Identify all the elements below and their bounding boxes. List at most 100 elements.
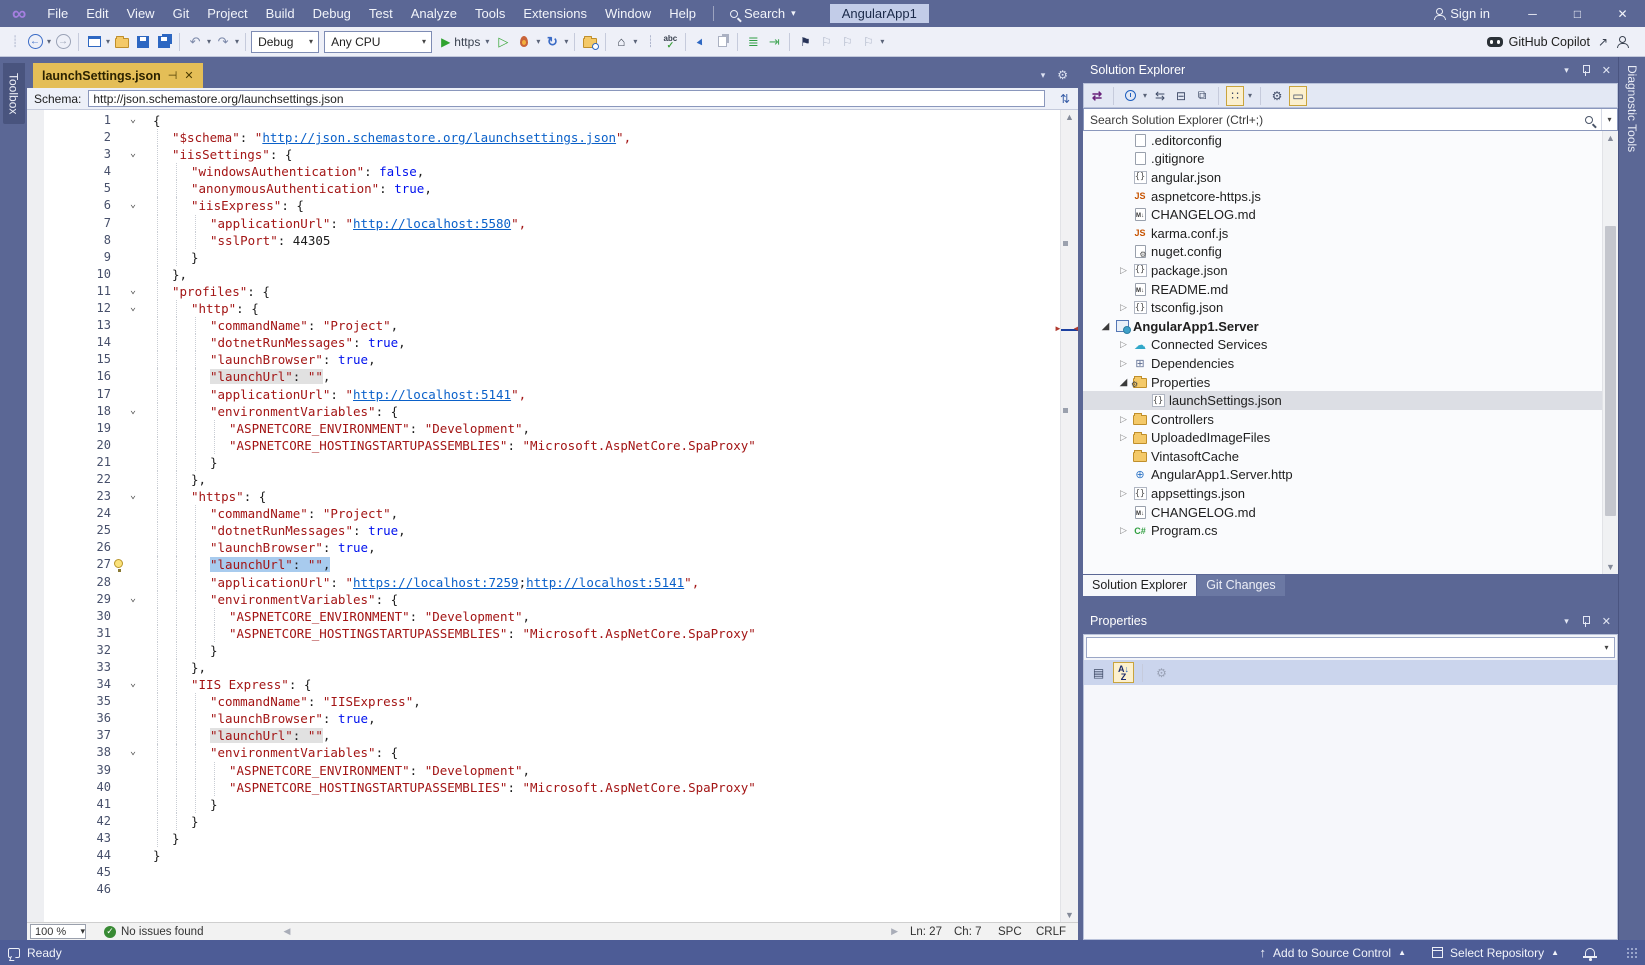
code-line-40[interactable]: 40"ASPNETCORE_HOSTINGSTARTUPASSEMBLIES":… xyxy=(27,779,1060,796)
code-line-43[interactable]: 43} xyxy=(27,830,1060,847)
editor-options-gear-icon[interactable]: ⚙ xyxy=(1057,68,1068,82)
window-layout-dropdown[interactable]: ▾ xyxy=(632,37,638,46)
tab-solution-explorer[interactable]: Solution Explorer xyxy=(1083,575,1196,596)
code-line-24[interactable]: 24"commandName": "Project", xyxy=(27,505,1060,522)
menu-item-file[interactable]: File xyxy=(38,0,77,27)
switch-views-icon[interactable]: ⇄ xyxy=(1088,86,1106,106)
scroll-down-icon[interactable]: ▼ xyxy=(1606,562,1615,572)
menu-item-build[interactable]: Build xyxy=(257,0,304,27)
expander-expanded-icon[interactable]: ◢ xyxy=(1098,321,1113,332)
menu-item-edit[interactable]: Edit xyxy=(77,0,117,27)
tree-item-changelog-md[interactable]: CHANGELOG.md xyxy=(1083,205,1618,224)
find-in-files-button[interactable] xyxy=(580,31,600,53)
menu-item-extensions[interactable]: Extensions xyxy=(514,0,596,27)
tree-item-readme-md[interactable]: README.md xyxy=(1083,280,1618,299)
property-pages-wrench-icon[interactable]: ⚙ xyxy=(1151,662,1172,683)
share-icon[interactable]: ↗ xyxy=(1598,35,1608,49)
save-all-button[interactable] xyxy=(154,31,174,53)
fold-collapse-icon[interactable]: ⌄ xyxy=(130,196,136,213)
editor-horizontal-scrollbar[interactable]: ◀ ▶ xyxy=(283,926,898,937)
expander-collapsed-icon[interactable]: ▷ xyxy=(1116,358,1131,369)
close-tab-icon[interactable]: ✕ xyxy=(184,69,193,82)
fold-collapse-icon[interactable]: ⌄ xyxy=(130,402,136,419)
redo-button[interactable]: ↷ xyxy=(213,31,233,53)
toolbar-grip[interactable]: ┊ xyxy=(4,31,24,53)
menu-item-tools[interactable]: Tools xyxy=(466,0,514,27)
solution-platform-dropdown[interactable]: Any CPU▾ xyxy=(324,31,432,53)
code-line-14[interactable]: 14"dotnetRunMessages": true, xyxy=(27,334,1060,351)
code-line-28[interactable]: 28"applicationUrl": "https://localhost:7… xyxy=(27,574,1060,591)
undo-button[interactable]: ↶ xyxy=(185,31,205,53)
code-line-32[interactable]: 32} xyxy=(27,642,1060,659)
restart-button[interactable]: ↻ xyxy=(542,31,562,53)
fold-collapse-icon[interactable]: ⌄ xyxy=(130,743,136,760)
preview-selected-items-icon[interactable]: ▭ xyxy=(1289,86,1307,106)
spell-checker-button[interactable]: abc✓ xyxy=(660,31,680,53)
code-line-21[interactable]: 21} xyxy=(27,454,1060,471)
tab-git-changes[interactable]: Git Changes xyxy=(1197,575,1284,596)
clear-bookmarks-button[interactable]: ⚐ xyxy=(858,31,878,53)
github-copilot-button[interactable]: GitHub Copilot xyxy=(1509,35,1590,49)
code-line-15[interactable]: 15"launchBrowser": true, xyxy=(27,351,1060,368)
expander-collapsed-icon[interactable]: ▷ xyxy=(1116,414,1131,425)
toolbar-overflow-dropdown[interactable]: ▾ xyxy=(879,37,885,46)
restart-dropdown[interactable]: ▾ xyxy=(563,37,569,46)
fold-collapse-icon[interactable]: ⌄ xyxy=(130,111,136,128)
menu-item-debug[interactable]: Debug xyxy=(304,0,360,27)
expander-collapsed-icon[interactable]: ▷ xyxy=(1116,339,1131,350)
scroll-left-icon[interactable]: ◀ xyxy=(283,926,290,937)
undo-dropdown[interactable]: ▾ xyxy=(206,37,212,46)
menu-item-project[interactable]: Project xyxy=(198,0,256,27)
properties-window-icon[interactable]: ⧉ xyxy=(1193,86,1211,106)
toggle-bookmark-button[interactable]: ⚑ xyxy=(795,31,815,53)
show-all-files-icon[interactable]: ∷ xyxy=(1226,86,1244,106)
tree-item-gitignore[interactable]: .gitignore xyxy=(1083,150,1618,169)
new-project-dropdown[interactable]: ▾ xyxy=(105,37,111,46)
window-position-dropdown[interactable]: ▾ xyxy=(1564,66,1569,75)
open-file-button[interactable] xyxy=(112,31,132,53)
code-line-44[interactable]: 44} xyxy=(27,847,1060,864)
fold-collapse-icon[interactable]: ⌄ xyxy=(130,145,136,162)
code-line-35[interactable]: 35"commandName": "IISExpress", xyxy=(27,693,1060,710)
window-layout-button[interactable]: ⌂ xyxy=(611,31,631,53)
minimize-button[interactable]: ─ xyxy=(1510,0,1555,27)
editor-vertical-scrollbar[interactable]: ▲ ▼ ► ◄ xyxy=(1060,110,1078,922)
code-line-33[interactable]: 33}, xyxy=(27,659,1060,676)
code-line-19[interactable]: 19"ASPNETCORE_ENVIRONMENT": "Development… xyxy=(27,420,1060,437)
search-icon[interactable] xyxy=(1585,116,1593,124)
code-line-46[interactable]: 46 xyxy=(27,881,1060,898)
menu-item-test[interactable]: Test xyxy=(360,0,402,27)
format-selection-button[interactable]: ⇥ xyxy=(764,31,784,53)
previous-bookmark-button[interactable]: ⚐ xyxy=(816,31,836,53)
close-icon[interactable]: ✕ xyxy=(1602,615,1611,628)
next-bookmark-button[interactable]: ⚐ xyxy=(837,31,857,53)
start-without-debugging-button[interactable]: ▷ xyxy=(493,31,513,53)
expander-collapsed-icon[interactable]: ▷ xyxy=(1116,432,1131,443)
code-line-18[interactable]: 18⌄"environmentVariables": { xyxy=(27,403,1060,420)
schema-reload-icon[interactable]: ⇅ xyxy=(1052,92,1078,106)
live-share-icon[interactable] xyxy=(1616,36,1628,48)
code-line-22[interactable]: 22}, xyxy=(27,471,1060,488)
document-tab-launchsettings[interactable]: launchSettings.json ⊣ ✕ xyxy=(33,63,203,88)
code-line-31[interactable]: 31"ASPNETCORE_HOSTINGSTARTUPASSEMBLIES":… xyxy=(27,625,1060,642)
code-line-38[interactable]: 38⌄"environmentVariables": { xyxy=(27,744,1060,761)
tree-item-controllers[interactable]: ▷Controllers xyxy=(1083,410,1618,429)
code-line-1[interactable]: 1⌄{ xyxy=(27,112,1060,129)
fold-collapse-icon[interactable]: ⌄ xyxy=(130,299,136,316)
code-line-45[interactable]: 45 xyxy=(27,864,1060,881)
project-properties-wrench-icon[interactable]: ⚙ xyxy=(1268,86,1286,106)
scrollbar-thumb[interactable] xyxy=(1605,226,1616,516)
hot-reload-button[interactable] xyxy=(514,31,534,53)
active-files-dropdown[interactable]: ▾ xyxy=(1041,71,1046,80)
tree-item-vintasoftcache[interactable]: VintasoftCache xyxy=(1083,447,1618,466)
tree-item-angularapp1-server-http[interactable]: ⊕AngularApp1.Server.http xyxy=(1083,466,1618,485)
start-debugging-button[interactable]: ▶ https ▾ xyxy=(439,31,492,53)
tree-item-appsettings-json[interactable]: ▷{}appsettings.json xyxy=(1083,484,1618,503)
code-line-7[interactable]: 7"applicationUrl": "http://localhost:558… xyxy=(27,215,1060,232)
code-line-2[interactable]: 2"$schema": "http://json.schemastore.org… xyxy=(27,129,1060,146)
code-line-6[interactable]: 6⌄"iisExpress": { xyxy=(27,197,1060,214)
fold-collapse-icon[interactable]: ⌄ xyxy=(130,590,136,607)
pin-icon[interactable] xyxy=(1581,616,1590,627)
code-line-25[interactable]: 25"dotnetRunMessages": true, xyxy=(27,522,1060,539)
close-icon[interactable]: ✕ xyxy=(1602,64,1611,77)
